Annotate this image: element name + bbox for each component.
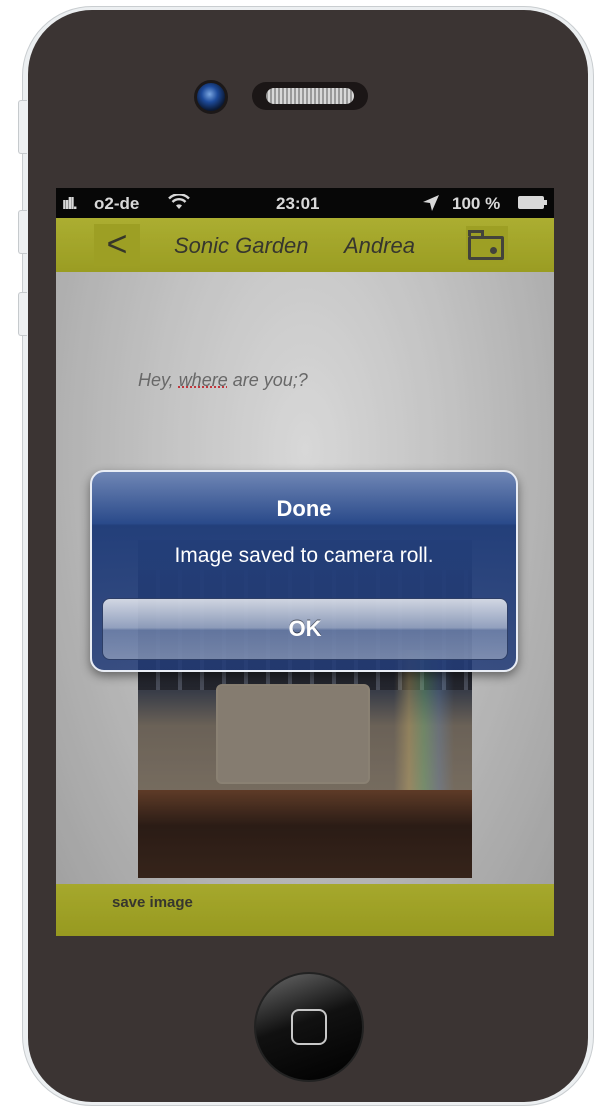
alert-title: Done (276, 496, 332, 521)
earpiece-speaker (252, 82, 368, 110)
phone-screen: ııll. o2-de 23:01 100 % < Sonic Garden A… (56, 188, 554, 936)
volume-down-button (18, 292, 27, 336)
ok-button[interactable]: OK (102, 598, 508, 660)
volume-up-button (18, 210, 27, 254)
alert-dialog: Done Image saved to camera roll. OK (90, 470, 518, 672)
mute-switch (18, 100, 27, 154)
alert-message: Image saved to camera roll. (174, 544, 434, 567)
speaker-grill (266, 88, 354, 104)
home-square-icon (291, 1009, 327, 1045)
front-camera (194, 80, 228, 114)
home-button[interactable] (254, 972, 364, 1082)
